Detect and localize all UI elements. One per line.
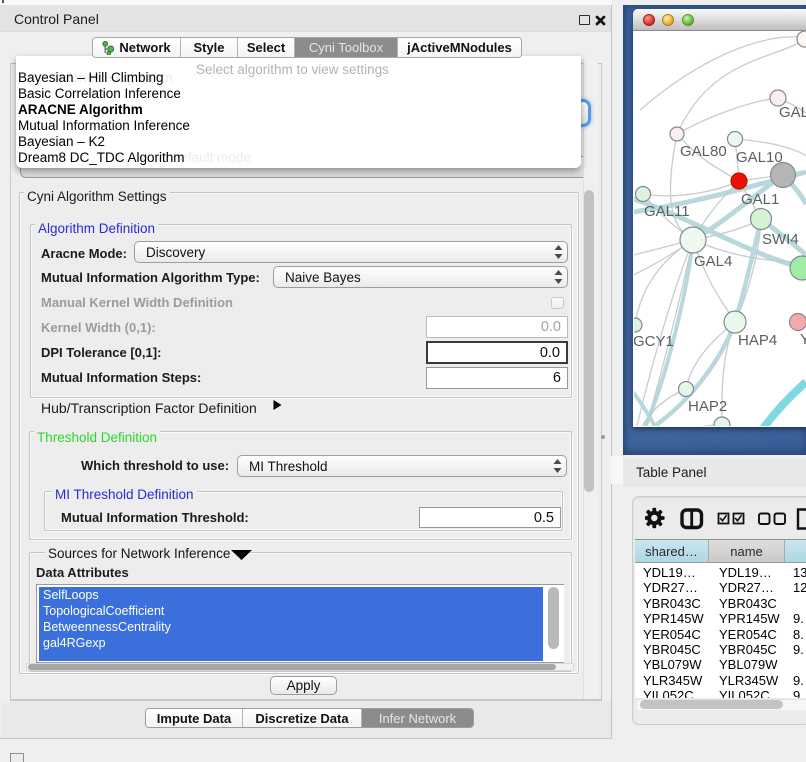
svg-text:GAL4: GAL4 xyxy=(694,253,732,270)
svg-text:SWI4: SWI4 xyxy=(762,231,799,248)
svg-text:GCY1: GCY1 xyxy=(634,333,674,350)
svg-text:GAL2: GAL2 xyxy=(779,104,806,121)
svg-text:Y: Y xyxy=(800,331,806,348)
svg-text:GAL11: GAL11 xyxy=(644,203,690,220)
svg-text:GAL80: GAL80 xyxy=(680,143,727,160)
svg-text:GAL1: GAL1 xyxy=(741,191,779,208)
svg-text:HAP2: HAP2 xyxy=(688,398,727,415)
svg-text:GAL10: GAL10 xyxy=(736,149,783,166)
svg-text:HAP4: HAP4 xyxy=(738,332,777,349)
